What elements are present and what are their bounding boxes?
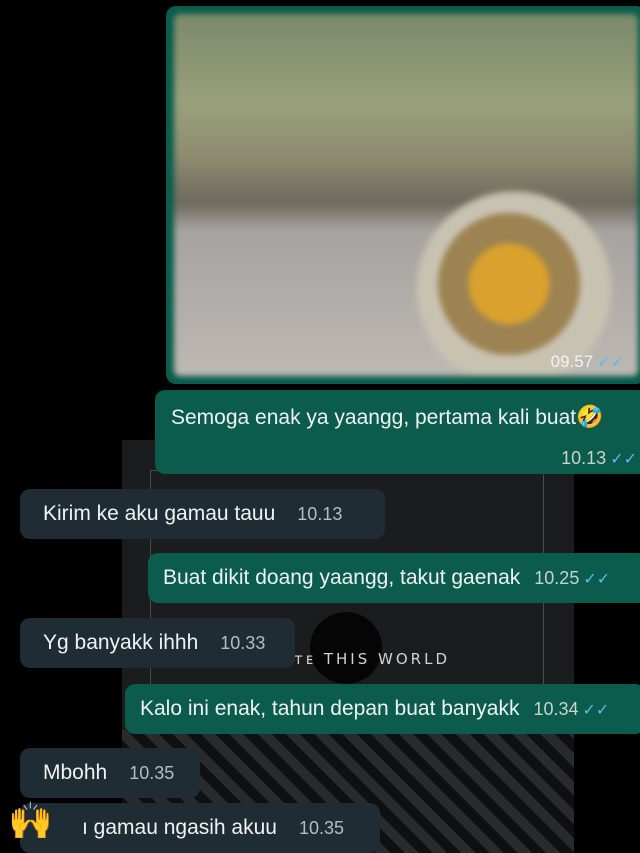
photo-timestamp: 09.57 ✓✓ bbox=[551, 352, 624, 372]
outgoing-message[interactable]: Kalo ini enak, tahun depan buat banyakk 1… bbox=[125, 684, 640, 734]
wallpaper-text: ᴛᴇ THIS WORLD bbox=[294, 650, 450, 668]
outgoing-message[interactable]: Buat dikit doang yaangg, takut gaenak 10.… bbox=[148, 553, 640, 603]
message-time: 10.13 bbox=[297, 504, 343, 524]
message-text: Buat dikit doang yaangg, takut gaenak bbox=[163, 566, 521, 589]
photo-message[interactable]: 09.57 ✓✓ bbox=[166, 6, 640, 384]
message-text: Yg banyakk ihhh bbox=[43, 631, 199, 654]
message-text: Semoga enak ya yaangg, pertama kali buat bbox=[171, 406, 577, 429]
laughing-emoji-icon: 🤣 bbox=[576, 404, 604, 429]
message-time: 10.35 bbox=[129, 763, 175, 783]
message-time: 10.13 bbox=[561, 448, 607, 468]
message-text: Mbohh bbox=[43, 761, 108, 784]
message-time: 10.35 bbox=[298, 818, 345, 838]
read-receipt-icon: ✓✓ bbox=[582, 702, 610, 719]
incoming-message[interactable]: Yg banyakk ihhh 10.33 bbox=[20, 618, 295, 668]
message-time: 10.25 bbox=[534, 568, 580, 588]
wallpaper-circle bbox=[310, 612, 382, 684]
message-text: ı gamau ngasih akuu bbox=[82, 816, 277, 839]
read-receipt-icon: ✓✓ bbox=[610, 451, 637, 468]
outgoing-message[interactable]: Semoga enak ya yaangg, pertama kali buat… bbox=[155, 390, 640, 474]
photo-time-text: 09.57 bbox=[550, 352, 594, 371]
incoming-message[interactable]: Mbohh 10.35 bbox=[20, 748, 200, 798]
incoming-message[interactable]: Kirim ke aku gamau tauu 10.13 bbox=[20, 489, 385, 539]
raising-hands-emoji-icon: 🙌 bbox=[8, 800, 53, 841]
message-text: Kalo ini enak, tahun depan buat banyakk bbox=[140, 697, 520, 720]
read-receipt-icon: ✓✓ bbox=[583, 571, 611, 588]
message-time: 10.33 bbox=[220, 633, 266, 653]
message-text: Kirim ke aku gamau tauu bbox=[43, 502, 276, 525]
incoming-message[interactable]: ı gamau ngasih akuu 10.35 bbox=[20, 803, 380, 853]
read-receipt-icon: ✓✓ bbox=[597, 354, 624, 371]
photo-image[interactable] bbox=[174, 14, 638, 376]
message-time: 10.34 bbox=[533, 699, 579, 719]
